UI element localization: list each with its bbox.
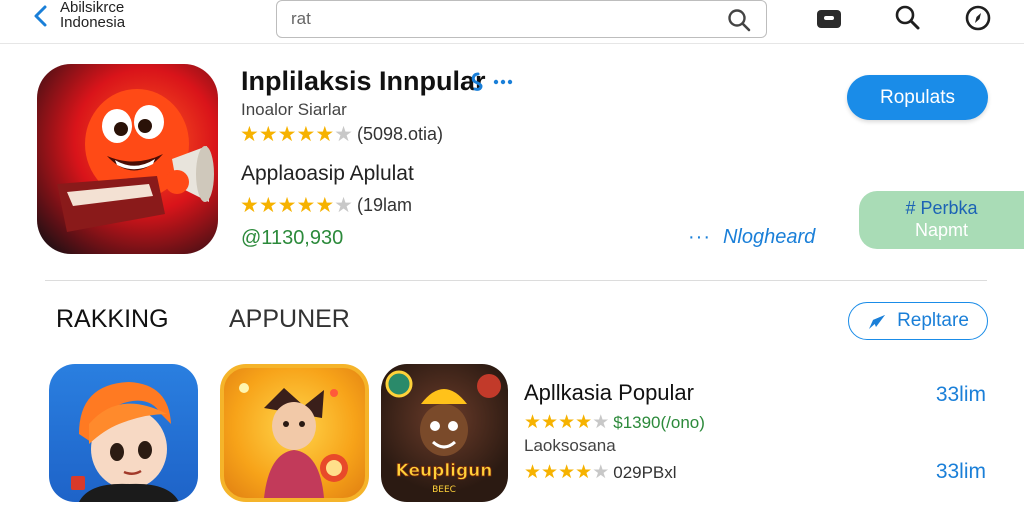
tab-ranking[interactable]: RAKKING (56, 305, 169, 334)
section-divider (45, 280, 987, 281)
app-icon-3[interactable]: Keupligun BEEC (381, 364, 508, 502)
star-icon: ★ (315, 123, 335, 146)
star-icon: ★ (296, 194, 316, 217)
star-icon: ★ (541, 462, 559, 483)
more-link-label: Nlogheard (722, 226, 816, 248)
app-rating: ★ ★ ★ ★ ★ $1390(/ono) (524, 412, 705, 433)
featured-rating-secondary: ★ ★ ★ ★ ★ ★ (19lam (240, 195, 412, 216)
top-bar: Abilsikrce Indonesia (0, 0, 1024, 44)
replace-button-label: Repltare (897, 310, 969, 331)
compass-icon[interactable] (964, 4, 992, 32)
mascot-illustration (57, 89, 214, 232)
green-button-line1: Perbka (920, 198, 978, 218)
star-icon: ★ (277, 123, 297, 146)
verified-badge-icon (471, 72, 513, 91)
featured-app-title[interactable]: Inplilaksis Innpular (241, 66, 486, 97)
replace-button[interactable]: Repltare (848, 302, 988, 340)
search-icon[interactable] (726, 7, 752, 33)
featured-action-button[interactable]: Ropulats (847, 75, 988, 120)
star-icon: ★ (558, 462, 576, 483)
green-action-button[interactable]: # Perbka Napmt (859, 191, 1024, 249)
star-icon: ★ (524, 462, 542, 483)
featured-app-description: Applaoasip Aplulat (241, 162, 414, 185)
star-icon: ★ (277, 194, 297, 217)
back-label[interactable]: Abilsikrce Indonesia (60, 0, 125, 30)
more-link[interactable]: ··· Nlogheard (688, 226, 815, 249)
star-icon: ★ (296, 123, 316, 146)
app-price: $1390(/ono) (613, 412, 705, 432)
star-empty-icon: ★ (334, 123, 353, 146)
character-illustration (239, 383, 348, 498)
app-size: 33lim (935, 460, 986, 483)
tab-appuner[interactable]: APPUNER (229, 305, 350, 334)
star-empty-icon: ★ (592, 462, 610, 483)
app-developer: Laoksosana (524, 436, 616, 455)
search-icon[interactable] (893, 4, 921, 32)
hash-icon: # (905, 198, 916, 218)
star-icon: ★ (541, 412, 559, 433)
star-icon: ★ (240, 194, 259, 217)
featured-app-icon[interactable] (37, 64, 218, 254)
featured-app-developer: Inoalor Siarlar (241, 100, 347, 119)
app-icon-2[interactable] (220, 364, 369, 502)
rating-count: 029PBxl (613, 462, 677, 482)
rating-count: (19lam (356, 195, 412, 215)
star-icon: ★ (240, 123, 259, 146)
game-logo-text: Keupligun (396, 461, 493, 481)
send-icon (869, 315, 886, 329)
app-rating-secondary: ★ ★ ★ ★ ★ 029PBxl (524, 462, 677, 483)
game-logo-subtext: BEEC (432, 485, 456, 495)
star-icon: ★ (558, 412, 576, 433)
back-label-line2: Indonesia (60, 14, 126, 31)
star-icon: ★ (575, 412, 593, 433)
star-icon: ★ (575, 462, 593, 483)
featured-rating: ★ ★ ★ ★ ★ ★ (5098.otia) (240, 124, 443, 145)
back-label-line1: Abilsikrce (60, 0, 125, 16)
app-size: 33lim (935, 383, 986, 406)
star-empty-icon: ★ (592, 412, 610, 433)
star-icon: ★ (258, 194, 278, 217)
character-illustration (71, 382, 179, 502)
green-button-line2: Napmt (914, 220, 968, 240)
star-icon: ★ (258, 123, 278, 146)
app-name[interactable]: Apllkasia Popular (524, 380, 694, 406)
folder-icon[interactable] (815, 4, 843, 32)
search-bar[interactable] (276, 0, 767, 38)
chevron-left-icon[interactable] (30, 4, 52, 28)
star-icon: ★ (315, 194, 335, 217)
featured-app-price: @1130,930 (241, 227, 344, 249)
dots-icon: ··· (688, 226, 711, 248)
star-empty-icon: ★ (334, 194, 353, 217)
app-icon-1[interactable] (49, 364, 198, 502)
search-input[interactable] (291, 8, 691, 30)
star-icon: ★ (524, 412, 542, 433)
rating-count: (5098.otia) (356, 124, 444, 144)
game-artwork: Keupligun BEEC (385, 370, 501, 495)
